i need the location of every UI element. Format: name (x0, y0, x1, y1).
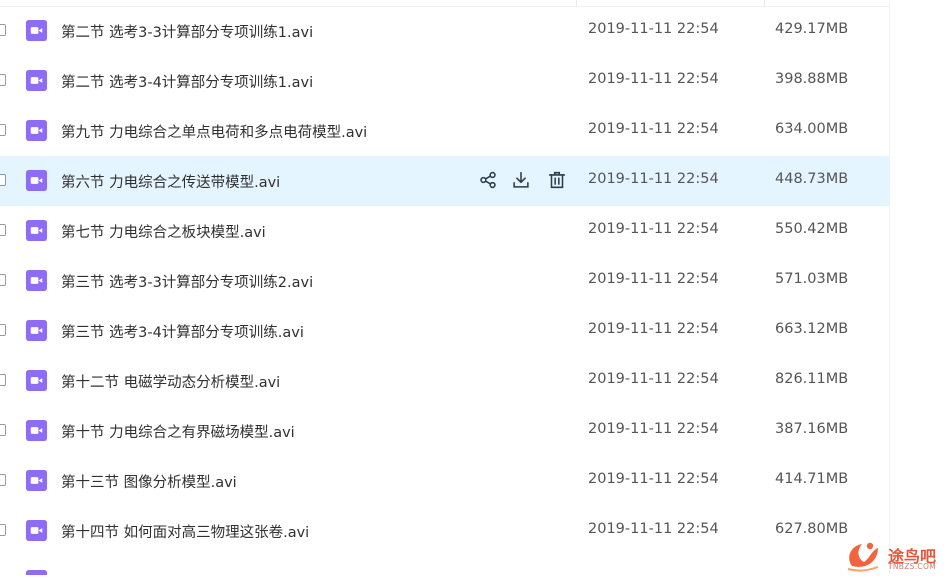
video-file-icon (25, 369, 48, 392)
trash-icon[interactable] (546, 169, 568, 191)
video-file-icon (25, 119, 48, 142)
file-row[interactable]: 第十三节 图像分析模型.avi 2019-11-11 22:54 414.71MB (0, 456, 890, 506)
video-file-icon (25, 419, 48, 442)
file-row[interactable]: 第十节 力电综合之有界磁场模型.avi 2019-11-11 22:54 387.1… (0, 406, 890, 456)
file-date: 2019-11-11 22:54 (588, 421, 719, 437)
download-icon[interactable] (510, 169, 532, 191)
file-row[interactable]: 第三节 选考3-4计算部分专项训练.avi 2019-11-11 22:54 663… (0, 306, 890, 356)
video-file-icon (25, 319, 48, 342)
video-file-icon (25, 519, 48, 542)
file-size: 550.42MB (775, 221, 849, 237)
file-date: 2019-11-11 22:54 (588, 171, 719, 187)
file-size: 414.71MB (775, 471, 849, 487)
row-checkbox[interactable] (0, 74, 6, 86)
file-row[interactable]: 第二节 选考3-4计算部分专项训练1.avi 2019-11-11 22:54 39… (0, 56, 890, 106)
file-size: 448.73MB (775, 171, 849, 187)
file-name[interactable]: 第十三节 图像分析模型.avi (61, 471, 237, 492)
file-size: 663.12MB (775, 321, 849, 337)
file-name[interactable]: 第九节 力电综合之单点电荷和多点电荷模型.avi (61, 121, 367, 142)
video-file-icon (25, 169, 48, 192)
file-date: 2019-11-11 22:54 (588, 471, 719, 487)
file-date: 2019-11-11 22:54 (588, 221, 719, 237)
share-icon[interactable] (477, 169, 499, 191)
row-checkbox[interactable] (0, 124, 6, 136)
file-name[interactable]: 第十节 力电综合之有界磁场模型.avi (61, 421, 295, 442)
file-name[interactable]: 第二节 选考3-3计算部分专项训练1.avi (61, 21, 313, 42)
row-checkbox[interactable] (0, 324, 6, 336)
row-checkbox[interactable] (0, 474, 6, 486)
file-row[interactable]: 第二节 选考3-3计算部分专项训练1.avi 2019-11-11 22:54 42… (0, 6, 890, 56)
file-row[interactable]: 第七节 力电综合之板块模型.avi 2019-11-11 22:54 550.42M… (0, 206, 890, 256)
video-file-icon (25, 569, 48, 575)
file-size: 634.00MB (775, 121, 849, 137)
file-name[interactable]: 第六节 力电综合之传送带模型.avi (61, 171, 280, 192)
file-row[interactable]: 第九节 力电综合之单点电荷和多点电荷模型.avi 2019-11-11 22:54… (0, 106, 890, 156)
watermark-url: TNBZS.COM (888, 562, 936, 571)
row-checkbox[interactable] (0, 274, 6, 286)
watermark-logo-icon (847, 542, 879, 572)
file-list: 第二节 选考3-3计算部分专项训练1.avi 2019-11-11 22:54 42… (0, 6, 890, 556)
row-checkbox[interactable] (0, 224, 6, 236)
file-size: 387.16MB (775, 421, 849, 437)
file-name[interactable]: 第七节 力电综合之板块模型.avi (61, 221, 266, 242)
file-date: 2019-11-11 22:54 (588, 321, 719, 337)
file-date: 2019-11-11 22:54 (588, 21, 719, 37)
file-row[interactable]: 第十二节 电磁学动态分析模型.avi 2019-11-11 22:54 826.11… (0, 356, 890, 406)
row-checkbox[interactable] (0, 374, 6, 386)
file-size: 398.88MB (775, 71, 849, 87)
video-file-icon (25, 69, 48, 92)
file-size: 571.03MB (775, 271, 849, 287)
file-date: 2019-11-11 22:54 (588, 121, 719, 137)
file-name[interactable]: 第十四节 如何面对高三物理这张卷.avi (61, 521, 309, 542)
file-date: 2019-11-11 22:54 (588, 71, 719, 87)
file-row[interactable]: 第六节 力电综合之传送带模型.avi 2019-11-11 22:54 448.73… (0, 156, 890, 206)
partial-row (0, 556, 890, 575)
file-date: 2019-11-11 22:54 (588, 271, 719, 287)
file-size: 627.80MB (775, 521, 849, 537)
file-row[interactable]: 第十四节 如何面对高三物理这张卷.avi 2019-11-11 22:54 627.… (0, 506, 890, 556)
file-name[interactable]: 第二节 选考3-4计算部分专项训练1.avi (61, 71, 313, 92)
video-file-icon (25, 19, 48, 42)
file-name[interactable]: 第三节 选考3-3计算部分专项训练2.avi (61, 271, 313, 292)
file-date: 2019-11-11 22:54 (588, 371, 719, 387)
video-file-icon (25, 469, 48, 492)
row-checkbox[interactable] (0, 524, 6, 536)
file-size: 429.17MB (775, 21, 849, 37)
video-file-icon (25, 269, 48, 292)
file-date: 2019-11-11 22:54 (588, 521, 719, 537)
row-checkbox[interactable] (0, 174, 6, 186)
row-checkbox[interactable] (0, 24, 6, 36)
file-size: 826.11MB (775, 371, 849, 387)
file-name[interactable]: 第十二节 电磁学动态分析模型.avi (61, 371, 280, 392)
file-row[interactable]: 第三节 选考3-3计算部分专项训练2.avi 2019-11-11 22:54 57… (0, 256, 890, 306)
row-checkbox[interactable] (0, 424, 6, 436)
watermark: 途鸟吧 TNBZS.COM (842, 538, 948, 575)
file-name[interactable]: 第三节 选考3-4计算部分专项训练.avi (61, 321, 304, 342)
video-file-icon (25, 219, 48, 242)
